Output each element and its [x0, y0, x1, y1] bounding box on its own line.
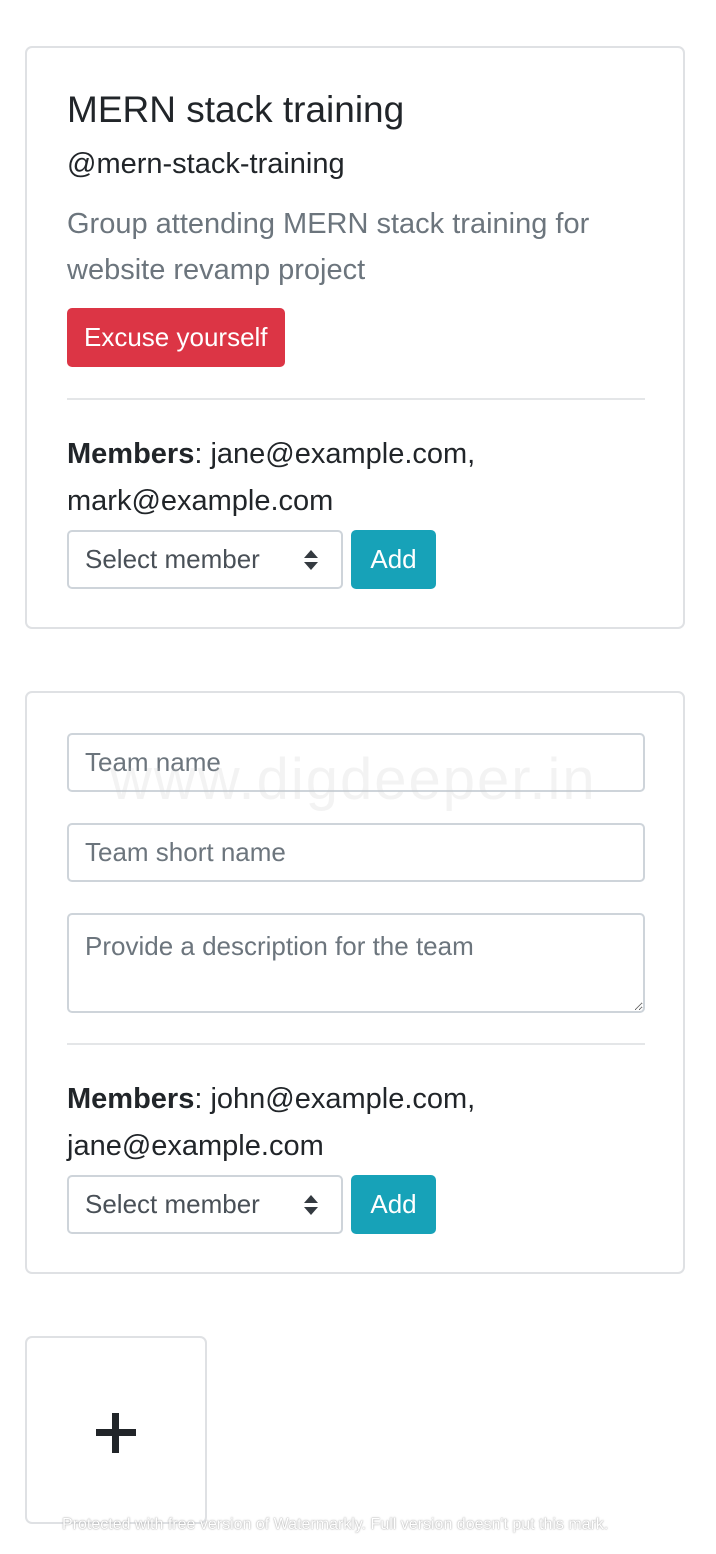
team-card-body: MERN stack training @mern-stack-training… — [67, 48, 645, 627]
members-label: Members — [67, 438, 195, 470]
plus-icon — [96, 1413, 136, 1453]
team-handle: @mern-stack-training — [67, 148, 345, 180]
new-team-form: Members: john@example.com, jane@example.… — [25, 691, 685, 1274]
select-caret-icon — [304, 1195, 318, 1215]
add-member-button[interactable]: Add — [351, 1175, 436, 1234]
divider — [67, 398, 645, 400]
select-caret-icon — [304, 550, 318, 570]
new-team-form-body: Members: john@example.com, jane@example.… — [67, 693, 645, 1272]
team-description: Group attending MERN stack training for … — [67, 208, 590, 286]
members-list: Members: john@example.com, jane@example.… — [67, 1083, 476, 1162]
members-label: Members — [67, 1083, 195, 1115]
divider — [67, 1043, 645, 1045]
add-member-button[interactable]: Add — [351, 530, 436, 589]
team-short-name-input[interactable] — [67, 823, 645, 882]
team-card: MERN stack training @mern-stack-training… — [25, 46, 685, 629]
add-team-tile[interactable] — [25, 1336, 207, 1524]
select-member-dropdown[interactable]: Select member — [67, 1175, 343, 1234]
excuse-yourself-button[interactable]: Excuse yourself — [67, 308, 285, 367]
team-name: MERN stack training — [67, 89, 405, 130]
select-member-dropdown[interactable]: Select member — [67, 530, 343, 589]
select-member-value: Select member — [85, 1189, 260, 1219]
select-member-value: Select member — [85, 544, 260, 574]
members-list: Members: jane@example.com, mark@example.… — [67, 438, 476, 517]
team-name-input[interactable] — [67, 733, 645, 792]
team-description-textarea[interactable] — [67, 913, 645, 1013]
